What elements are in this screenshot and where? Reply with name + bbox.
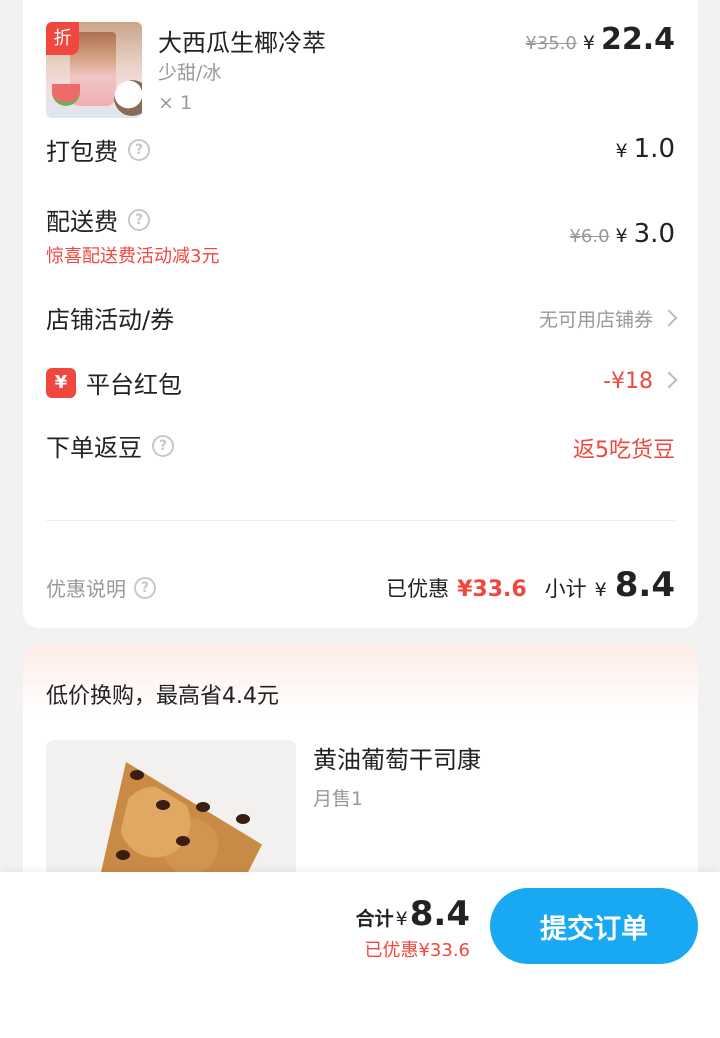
bottom-bar: 合计 ¥ 8.4 已优惠¥33.6 提交订单 — [0, 872, 720, 1038]
packing-fee-currency: ¥ — [615, 140, 628, 162]
raisin-graphic — [156, 800, 170, 810]
packing-fee-value: 1.0 — [633, 134, 675, 164]
help-icon: ? — [134, 576, 156, 599]
delivery-fee-row: 配送费 ? — [46, 202, 150, 237]
saved-label: 已优惠 — [386, 577, 450, 601]
platform-redpacket-label: 平台红包 — [86, 371, 182, 399]
total-label: 合计 — [355, 908, 394, 930]
return-beans-row: 下单返豆 ? — [46, 428, 174, 463]
packing-fee-label: 打包费 — [46, 138, 118, 166]
order-card: 折 大西瓜生椰冷萃 少甜/冰 × 1 ¥35.0 ¥ 22.4 打包费 ? ¥ … — [23, 0, 698, 628]
return-beans-label: 下单返豆 — [46, 434, 142, 462]
subtotal-value: 8.4 — [614, 565, 675, 605]
chevron-right-icon — [660, 371, 678, 389]
product-name: 大西瓜生椰冷萃 — [158, 29, 326, 57]
product-quantity: × 1 — [158, 92, 193, 114]
raisin-graphic — [176, 836, 190, 846]
saved-value: ¥33.6 — [457, 577, 527, 602]
raisin-graphic — [116, 850, 130, 860]
return-beans-value: 返5吃货豆 — [573, 438, 675, 463]
help-icon[interactable]: ? — [128, 138, 150, 161]
chevron-right-icon — [660, 309, 678, 327]
store-coupon-value: 无可用店铺券 — [538, 309, 653, 331]
raisin-graphic — [236, 814, 250, 824]
total-line: 合计 ¥ 8.4 — [356, 894, 470, 934]
packing-fee-amount: ¥ 1.0 — [616, 134, 675, 164]
product-price: ¥35.0 ¥ 22.4 — [525, 22, 675, 57]
store-coupon-link[interactable]: 无可用店铺券 — [538, 305, 678, 332]
product-price-value: 22.4 — [600, 22, 675, 57]
deal-title: 低价换购，最高省4.4元 — [46, 684, 279, 709]
delivery-promo-text: 惊喜配送费活动减3元 — [46, 246, 220, 267]
return-beans-amount: 返5吃货豆 — [573, 432, 675, 464]
total-currency: ¥ — [395, 908, 408, 930]
discount-note[interactable]: 优惠说明 ? — [46, 573, 156, 602]
submit-order-button[interactable]: 提交订单 — [490, 888, 698, 964]
delivery-original-price: ¥6.0 — [569, 226, 610, 247]
deal-item-name[interactable]: 黄油葡萄干司康 — [313, 740, 481, 775]
divider — [46, 520, 675, 521]
yen-badge-icon: ¥ — [46, 367, 76, 398]
order-summary: 已优惠 ¥33.6 小计 ¥ 8.4 — [386, 565, 675, 605]
raisin-graphic — [130, 770, 144, 780]
coconut-graphic — [114, 80, 142, 116]
packing-fee-row: 打包费 ? — [46, 132, 150, 167]
help-icon[interactable]: ? — [152, 434, 174, 457]
store-coupon-row[interactable]: 店铺活动/券 — [46, 300, 174, 335]
total-value: 8.4 — [409, 894, 470, 934]
platform-redpacket-link[interactable]: -¥18 — [603, 369, 678, 394]
delivery-fee-amount: ¥6.0 ¥ 3.0 — [569, 219, 675, 249]
delivery-fee-label: 配送费 — [46, 208, 118, 236]
platform-redpacket-value: -¥18 — [603, 369, 653, 394]
platform-redpacket-row[interactable]: ¥ 平台红包 — [46, 365, 182, 400]
product-currency: ¥ — [582, 32, 595, 54]
raisin-graphic — [196, 802, 210, 812]
delivery-fee-value: 3.0 — [633, 219, 675, 249]
store-coupon-label: 店铺活动/券 — [46, 306, 175, 334]
deal-item-sold: 月售1 — [313, 788, 364, 810]
discount-tag: 折 — [46, 22, 79, 55]
product-original-price: ¥35.0 — [525, 33, 577, 54]
product-spec: 少甜/冰 — [158, 62, 222, 84]
deal-item-image[interactable] — [46, 740, 296, 880]
delivery-currency: ¥ — [615, 225, 628, 247]
subtotal-currency: ¥ — [594, 579, 607, 601]
subtotal-label: 小计 — [544, 577, 587, 601]
discount-note-label: 优惠说明 — [46, 577, 126, 601]
help-icon[interactable]: ? — [128, 208, 150, 231]
total-saved: 已优惠¥33.6 — [364, 940, 470, 961]
